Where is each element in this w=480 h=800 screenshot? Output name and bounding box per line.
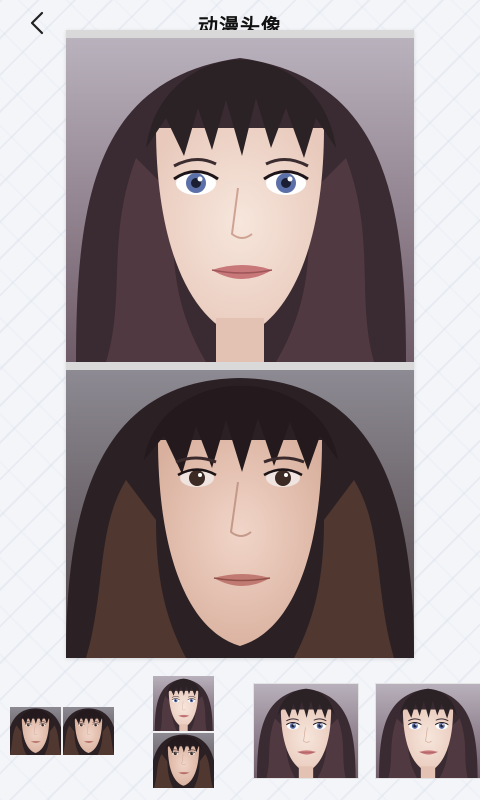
- comparison-panel: [66, 30, 414, 658]
- style-thumb-side-by-side[interactable]: [10, 707, 114, 755]
- anime-result-image: [66, 38, 414, 362]
- style-thumb-stacked[interactable]: [153, 676, 214, 788]
- style-thumb-anime-2[interactable]: [375, 683, 480, 779]
- original-photo-image: [66, 370, 414, 658]
- style-thumb-anime-1[interactable]: [253, 683, 359, 779]
